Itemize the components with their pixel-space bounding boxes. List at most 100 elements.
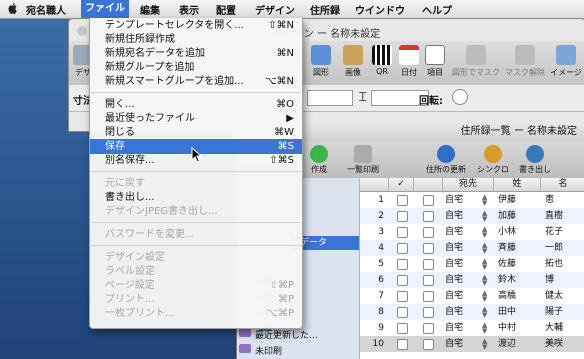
last-name-cell[interactable]: 斉藤 xyxy=(498,240,516,256)
table-row[interactable]: 6 自宅 ▲ ▼ 鈴木 博 xyxy=(360,272,584,288)
first-name-cell[interactable]: 健太 xyxy=(545,288,563,304)
destination-cell[interactable]: 自宅 xyxy=(445,240,463,256)
table-row[interactable]: 9 自宅 ▲ ▼ 中村 大輔 xyxy=(360,320,584,336)
update-address-button[interactable]: 住所の更新 xyxy=(423,145,469,175)
file-menu-item[interactable]: テンプレートセレクタを開く... ⇧⌘N xyxy=(90,18,302,33)
toolbar-image-button[interactable]: 画像 xyxy=(339,45,367,78)
row-print-checkbox[interactable] xyxy=(423,211,434,222)
destination-stepper-icon[interactable]: ▲ ▼ xyxy=(482,242,487,255)
row-print-checkbox[interactable] xyxy=(423,291,434,302)
file-menu-item[interactable]: 新規住所録作成 xyxy=(90,32,302,47)
first-name-cell[interactable]: 一郎 xyxy=(545,240,563,256)
menu-help[interactable]: ヘルプ xyxy=(422,2,452,17)
destination-cell[interactable]: 自宅 xyxy=(445,192,463,208)
file-menu-item[interactable]: 書き出し... xyxy=(90,190,302,205)
menu-design[interactable]: デザイン xyxy=(255,2,295,17)
menu-file[interactable]: ファイル xyxy=(81,0,129,18)
menu-app-name[interactable]: 宛名職人 xyxy=(26,2,66,17)
sidebar-item-unprinted[interactable]: 未印刷 xyxy=(239,344,282,357)
column-header-first-name[interactable]: 名 xyxy=(541,178,584,192)
destination-cell[interactable]: 自宅 xyxy=(445,208,463,224)
first-name-cell[interactable]: 直樹 xyxy=(545,208,563,224)
list-print-button[interactable]: 一覧印刷 xyxy=(343,145,383,175)
row-print-checkbox[interactable] xyxy=(423,307,434,318)
destination-stepper-icon[interactable]: ▲ ▼ xyxy=(482,290,487,303)
destination-stepper-icon[interactable]: ▲ ▼ xyxy=(482,322,487,335)
row-print-checkbox[interactable] xyxy=(423,227,434,238)
file-menu-item[interactable]: 新規スマートグループを追加... ⌥⌘N xyxy=(90,74,302,89)
create-button[interactable]: 作成 xyxy=(297,145,341,175)
apple-icon[interactable] xyxy=(8,2,18,14)
table-row[interactable]: 10 自宅 ▲ ▼ 渡辺 美咲 xyxy=(360,336,584,352)
destination-cell[interactable]: 自宅 xyxy=(445,320,463,336)
last-name-cell[interactable]: 田中 xyxy=(498,304,516,320)
last-name-cell[interactable]: 高橋 xyxy=(498,288,516,304)
destination-stepper-icon[interactable]: ▲ ▼ xyxy=(482,226,487,239)
column-header-print[interactable] xyxy=(414,178,443,192)
destination-stepper-icon[interactable]: ▲ ▼ xyxy=(482,194,487,207)
destination-cell[interactable]: 自宅 xyxy=(445,272,463,288)
row-print-checkbox[interactable] xyxy=(423,243,434,254)
destination-stepper-icon[interactable]: ▲ ▼ xyxy=(482,274,487,287)
row-print-checkbox[interactable] xyxy=(423,259,434,270)
menu-window[interactable]: ウインドウ xyxy=(355,2,405,17)
destination-cell[interactable]: 自宅 xyxy=(445,224,463,240)
destination-cell[interactable]: 自宅 xyxy=(445,336,463,352)
first-name-cell[interactable]: 花子 xyxy=(545,224,563,240)
row-checkbox[interactable] xyxy=(397,339,408,350)
first-name-cell[interactable]: 美咲 xyxy=(545,336,563,352)
destination-stepper-icon[interactable]: ▲ ▼ xyxy=(482,338,487,351)
toolbar-mask-button[interactable]: 図形でマスク xyxy=(451,45,501,78)
row-checkbox[interactable] xyxy=(397,195,408,206)
menu-address-book[interactable]: 住所録 xyxy=(310,2,340,17)
row-checkbox[interactable] xyxy=(397,323,408,334)
row-checkbox[interactable] xyxy=(397,211,408,222)
toolbar-qr-button[interactable]: QR xyxy=(371,45,393,76)
table-row[interactable]: 5 自宅 ▲ ▼ 佐藤 拓也 xyxy=(360,256,584,272)
column-header-last-name[interactable]: 姓 xyxy=(494,178,541,192)
destination-stepper-icon[interactable]: ▲ ▼ xyxy=(482,258,487,271)
toolbar-shape-button[interactable]: 図形 xyxy=(307,45,335,78)
table-row[interactable]: 7 自宅 ▲ ▼ 高橋 健太 xyxy=(360,288,584,304)
first-name-cell[interactable]: 拓也 xyxy=(545,256,563,272)
toolbar-field-button[interactable]: 項目 xyxy=(423,45,447,78)
sidebar-item-recently-updated[interactable]: 最近更新した... xyxy=(239,328,318,341)
row-checkbox[interactable] xyxy=(397,307,408,318)
toolbar-image-view-button[interactable]: イメージ xyxy=(547,45,584,78)
row-checkbox[interactable] xyxy=(397,275,408,286)
last-name-cell[interactable]: 鈴木 xyxy=(498,272,516,288)
rotation-dial[interactable] xyxy=(452,89,468,105)
destination-stepper-icon[interactable]: ▲ ▼ xyxy=(482,306,487,319)
column-header-check[interactable]: ✓ xyxy=(389,178,414,192)
last-name-cell[interactable]: 伊藤 xyxy=(498,192,516,208)
menu-view[interactable]: 表示 xyxy=(179,2,199,17)
menu-arrange[interactable]: 配置 xyxy=(216,2,236,17)
last-name-cell[interactable]: 加藤 xyxy=(498,208,516,224)
toolbar-date-button[interactable]: 日付 xyxy=(397,45,421,78)
row-checkbox[interactable] xyxy=(397,227,408,238)
menu-edit[interactable]: 編集 xyxy=(140,2,160,17)
table-row[interactable]: 4 自宅 ▲ ▼ 斉藤 一郎 xyxy=(360,240,584,256)
table-row[interactable]: 3 自宅 ▲ ▼ 小林 花子 xyxy=(360,224,584,240)
dimension-field[interactable] xyxy=(307,90,353,106)
row-print-checkbox[interactable] xyxy=(423,275,434,286)
first-name-cell[interactable]: 陽子 xyxy=(545,304,563,320)
export-button[interactable]: 書き出し xyxy=(515,145,555,175)
table-row[interactable]: 8 自宅 ▲ ▼ 田中 陽子 xyxy=(360,304,584,320)
first-name-cell[interactable]: 博 xyxy=(545,272,554,288)
sync-button[interactable]: シンクロ xyxy=(473,145,513,175)
row-checkbox[interactable] xyxy=(397,291,408,302)
column-header-number[interactable] xyxy=(360,178,389,192)
last-name-cell[interactable]: 佐藤 xyxy=(498,256,516,272)
file-menu-item[interactable]: 新規グループを追加 xyxy=(90,60,302,75)
row-print-checkbox[interactable] xyxy=(423,323,434,334)
row-checkbox[interactable] xyxy=(397,259,408,270)
first-name-cell[interactable]: 大輔 xyxy=(545,320,563,336)
destination-cell[interactable]: 自宅 xyxy=(445,256,463,272)
last-name-cell[interactable]: 渡辺 xyxy=(498,336,516,352)
file-menu-item[interactable]: 閉じる ⌘W xyxy=(90,125,302,140)
table-row[interactable]: 2 自宅 ▲ ▼ 加藤 直樹 xyxy=(360,208,584,224)
file-menu-item[interactable]: 新規宛名データを追加 ⌘N xyxy=(90,46,302,61)
first-name-cell[interactable]: 恵 xyxy=(545,192,554,208)
file-menu-item[interactable]: 開く... ⌘O xyxy=(90,97,302,112)
